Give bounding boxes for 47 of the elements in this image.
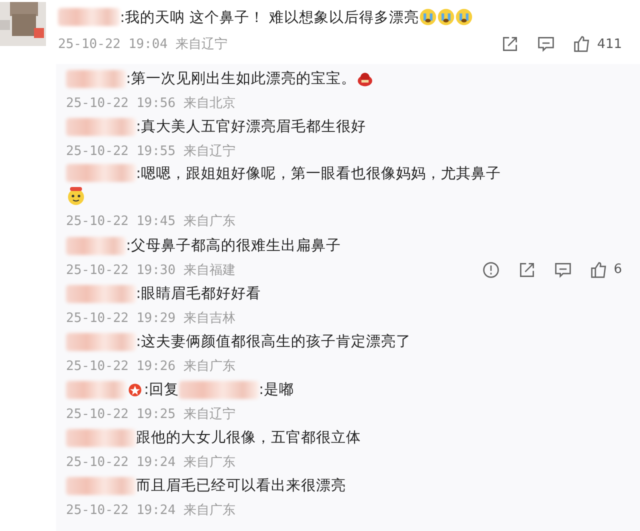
reply-text: :父母鼻子都高的很难生出扁鼻子 [126,236,341,255]
thumbs-up-icon[interactable] [573,35,592,53]
comment-icon[interactable] [537,35,556,53]
reply-text: :是嘟 [258,381,294,399]
reply-time: 25-10-22 19:55 来自辽宁 [66,142,236,160]
like-count: 6 [614,262,622,277]
share-icon[interactable] [501,35,520,53]
reply-time: 25-10-22 19:26 来自广东 [66,358,236,374]
share-icon[interactable] [518,260,536,278]
avatar-icon [0,2,46,46]
blurred-username [66,428,136,446]
reply-time: 25-10-22 19:56 来自北京 [66,94,236,112]
reply-time: 25-10-22 19:24 来自广东 [66,454,236,470]
comment-text: :我的天呐 这个鼻子！ 难以想象以后得多漂亮 [120,8,420,26]
reply-prefix: :回复 [144,381,179,399]
reply-text: 而且眉毛已经可以看出来很漂亮 [136,476,346,495]
reply-text: :眼睛眉毛都好好看 [136,285,261,303]
reply-text: 跟他的大女儿很像，五官都很立体 [136,428,361,447]
blurred-username [66,476,136,494]
blurred-username [66,332,136,350]
reply-time: 25-10-22 19:45 来自广东 [66,212,236,230]
thumbs-up-icon[interactable] [590,260,608,278]
sticker-icon [356,70,374,88]
badge-icon [128,382,142,396]
reply-text: :真大美人五官好漂亮眉毛都生很好 [136,118,366,136]
like-count: 411 [597,36,622,52]
blurred-username [66,118,136,136]
blurred-username [66,236,126,254]
comment-icon[interactable] [554,260,572,278]
blurred-username [66,70,126,88]
reply-text: :嗯嗯，跟姐姐好像呢，第一眼看也很像妈妈，尤其鼻子 [136,164,501,182]
warning-icon[interactable] [482,260,500,278]
reply-time: 25-10-22 19:24 来自广东 [66,502,236,518]
crying-face-icon [455,8,474,26]
reply-time: 25-10-22 19:29 来自吉林 [66,310,236,326]
reply-text: :这夫妻俩颜值都很高生的孩子肯定漂亮了 [136,332,411,351]
blurred-username [66,284,136,302]
blurred-username [66,380,126,398]
crying-face-icon [437,8,456,26]
blurred-username [58,8,120,26]
blurred-username [66,164,136,182]
reply-time: 25-10-22 19:25 来自辽宁 [66,406,236,422]
crying-face-icon [419,8,438,26]
emoji-face-icon [66,186,86,206]
reply-text: :第一次见刚出生如此漂亮的宝宝。 [126,70,356,88]
reply-time: 25-10-22 19:30 来自福建 [66,262,236,278]
comment-time: 25-10-22 19:04 来自辽宁 [58,36,228,53]
